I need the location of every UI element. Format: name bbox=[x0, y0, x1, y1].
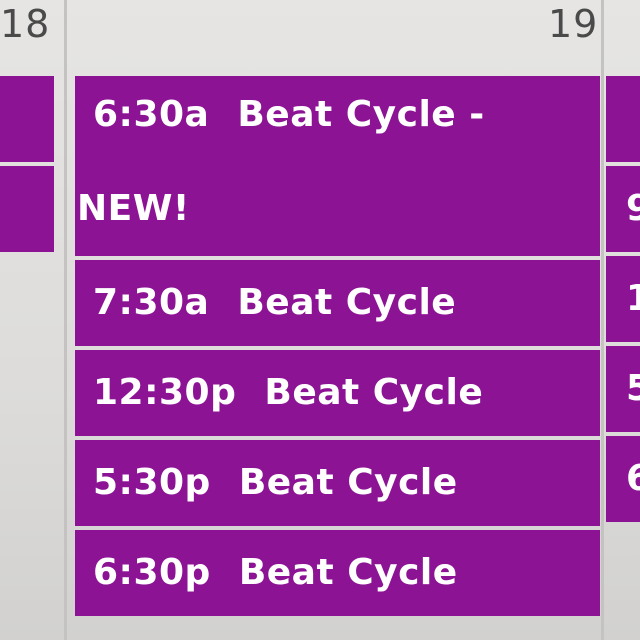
event-time: 6:30p bbox=[93, 552, 211, 593]
event-block[interactable]: 5 bbox=[606, 346, 640, 432]
event-time-partial: 5 bbox=[626, 368, 640, 409]
event-time: 5:30p bbox=[93, 462, 211, 503]
event-block[interactable]: 1 bbox=[606, 256, 640, 342]
event-title: Beat Cycle bbox=[238, 462, 458, 503]
day-number[interactable]: 19 bbox=[548, 2, 598, 46]
event-title-continuation: NEW! bbox=[77, 188, 190, 229]
event-block[interactable]: 12:30p Beat Cycle bbox=[75, 350, 600, 436]
event-time: 7:30a bbox=[93, 282, 210, 323]
day-column-20: 9 1 5 6 bbox=[606, 76, 640, 526]
event-time-partial: 9 bbox=[626, 188, 640, 229]
day-number[interactable]: 18 bbox=[0, 2, 50, 46]
event-time-partial: 6 bbox=[626, 458, 640, 499]
event-title: Beat Cycle bbox=[237, 282, 457, 323]
event-block[interactable] bbox=[0, 76, 54, 162]
event-block[interactable] bbox=[606, 76, 640, 162]
event-block[interactable]: 9 bbox=[606, 166, 640, 252]
event-title: Beat Cycle bbox=[264, 372, 484, 413]
event-title: Beat Cycle bbox=[238, 552, 458, 593]
event-time: 6:30a bbox=[93, 94, 210, 135]
day-column-19: 6:30a Beat Cycle - NEW! 7:30a Beat Cycle 1… bbox=[75, 76, 600, 620]
event-block[interactable]: 6:30a Beat Cycle - NEW! bbox=[75, 76, 600, 256]
column-divider bbox=[64, 0, 67, 640]
event-block[interactable]: 5:30p Beat Cycle bbox=[75, 440, 600, 526]
day-column-18 bbox=[0, 76, 54, 256]
calendar-month-view: 18 19 6:30a Beat Cycle - NEW! 7:30a Beat C… bbox=[0, 0, 640, 640]
event-block[interactable]: 6 bbox=[606, 436, 640, 522]
event-block[interactable] bbox=[0, 166, 54, 252]
event-block[interactable]: 7:30a Beat Cycle bbox=[75, 260, 600, 346]
event-time: 12:30p bbox=[93, 372, 237, 413]
event-time-partial: 1 bbox=[626, 278, 640, 319]
event-title: Beat Cycle - bbox=[237, 94, 485, 135]
event-block[interactable]: 6:30p Beat Cycle bbox=[75, 530, 600, 616]
column-divider bbox=[601, 0, 604, 640]
